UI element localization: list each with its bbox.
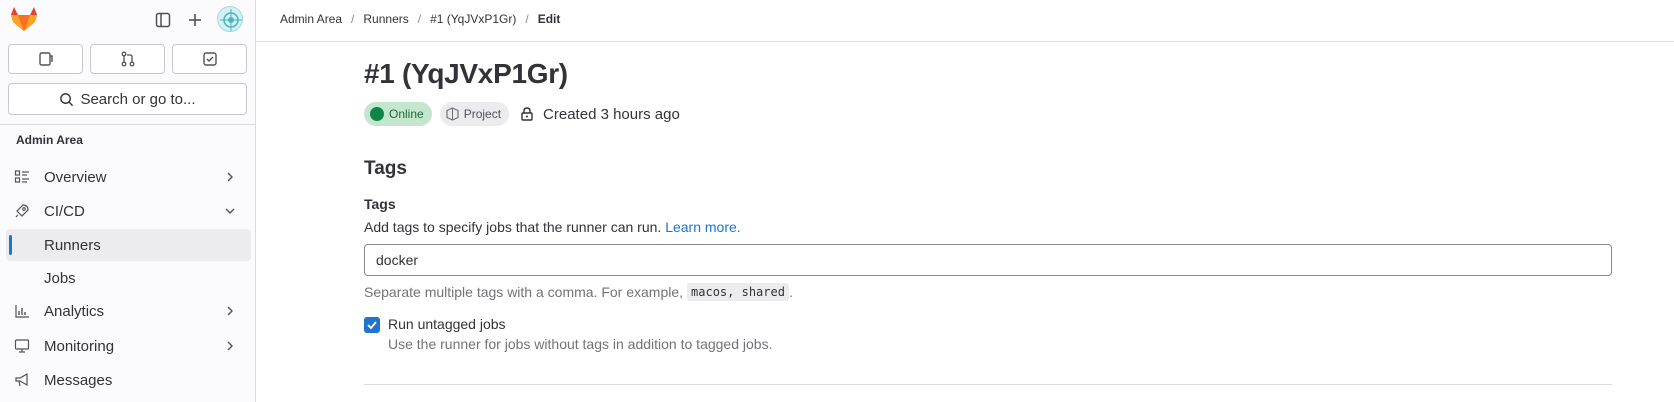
tags-help-suffix: . [788,284,793,300]
sidebar-item-runners[interactable]: Runners [6,229,251,261]
sidebar-item-label: Jobs [44,269,76,287]
sidebar-toggle-icon[interactable] [152,9,174,31]
todos-button[interactable] [172,44,247,74]
tags-section-title: Tags [364,158,407,179]
overview-icon [14,169,30,185]
sidebar-divider [0,124,256,125]
chevron-right-icon [227,172,233,182]
checkmark-icon [367,321,377,330]
search-icon [60,92,74,106]
sidebar-item-analytics[interactable]: Analytics [6,295,251,327]
chevron-right-icon [227,306,233,316]
tags-description: Add tags to specify jobs that the runner… [364,219,741,235]
runner-type-badge: Project [439,102,510,126]
learn-more-link[interactable]: Learn more. [665,219,740,235]
run-untagged-help: Use the runner for jobs without tags in … [388,336,773,352]
sidebar-item-label: Overview [44,168,107,186]
run-untagged-checkbox[interactable] [364,317,380,333]
issues-icon [38,52,53,66]
sidebar-item-overview[interactable]: Overview [6,161,251,193]
run-untagged-text: Run untagged jobs Use the runner for job… [388,316,772,352]
breadcrumb-edit[interactable]: Edit [538,12,561,26]
created-time: Created 3 hours ago [543,105,680,123]
main-content: #1 (YqJVxP1Gr) Online Project Created 3 … [364,42,1612,402]
lock-icon [521,107,533,121]
project-icon [446,107,459,121]
chevron-right-icon [227,341,233,351]
todo-icon [202,52,217,66]
tags-help-text: Separate multiple tags with a comma. For… [364,283,793,301]
breadcrumb-admin-area[interactable]: Admin Area [280,12,342,26]
runner-type-label: Project [463,107,502,121]
section-divider [364,384,1612,385]
rocket-icon [14,203,30,219]
issues-button[interactable] [8,44,83,74]
create-new-icon[interactable] [184,9,206,31]
breadcrumb: Admin Area / Runners / #1 (YqJVxP1Gr) / … [280,12,560,26]
sidebar-item-label: Messages [44,371,113,389]
sidebar-item-jobs[interactable]: Jobs [6,262,251,294]
runner-meta: Online Project Created 3 hours ago [364,102,680,126]
sidebar-header [0,0,256,40]
sidebar-item-label: Analytics [44,302,105,320]
merge-requests-button[interactable] [90,44,165,74]
tags-field-label: Tags [364,196,396,212]
sidebar-item-monitoring[interactable]: Monitoring [6,330,251,362]
bullhorn-icon [14,372,30,388]
tags-description-text: Add tags to specify jobs that the runner… [364,219,662,235]
gitlab-logo-icon[interactable] [10,6,38,32]
run-untagged-option: Run untagged jobs Use the runner for job… [364,316,772,352]
search-label: Search or go to... [80,90,196,108]
sidebar-item-messages[interactable]: Messages [6,364,251,396]
online-status-icon [370,107,384,121]
sidebar-section-title: Admin Area [16,133,83,147]
quick-actions [8,44,247,74]
sidebar-item-label: Runners [44,236,101,254]
chevron-down-icon [225,208,235,214]
breadcrumb-separator: / [525,12,529,26]
tags-help-example: macos, shared [687,283,789,301]
sidebar: Search or go to... Admin Area Overview C… [0,0,256,402]
status-label: Online [389,107,424,121]
sidebar-item-cicd[interactable]: CI/CD [6,195,251,227]
user-avatar[interactable] [217,6,243,32]
tags-input[interactable] [364,244,1612,276]
breadcrumb-separator: / [417,12,422,26]
monitor-icon [14,338,30,354]
sidebar-item-label: CI/CD [44,202,85,220]
breadcrumb-runner[interactable]: #1 (YqJVxP1Gr) [430,12,516,26]
page-title: #1 (YqJVxP1Gr) [364,58,568,89]
breadcrumb-separator: / [351,12,355,26]
chart-icon [14,303,30,319]
top-bar: Admin Area / Runners / #1 (YqJVxP1Gr) / … [256,0,1674,42]
status-badge: Online [364,102,432,126]
tags-help-prefix: Separate multiple tags with a comma. For… [364,284,684,300]
run-untagged-label[interactable]: Run untagged jobs [388,316,772,332]
merge-request-icon [121,51,134,67]
sidebar-item-label: Monitoring [44,337,115,355]
search-button[interactable]: Search or go to... [8,83,247,115]
breadcrumb-runners[interactable]: Runners [363,12,408,26]
